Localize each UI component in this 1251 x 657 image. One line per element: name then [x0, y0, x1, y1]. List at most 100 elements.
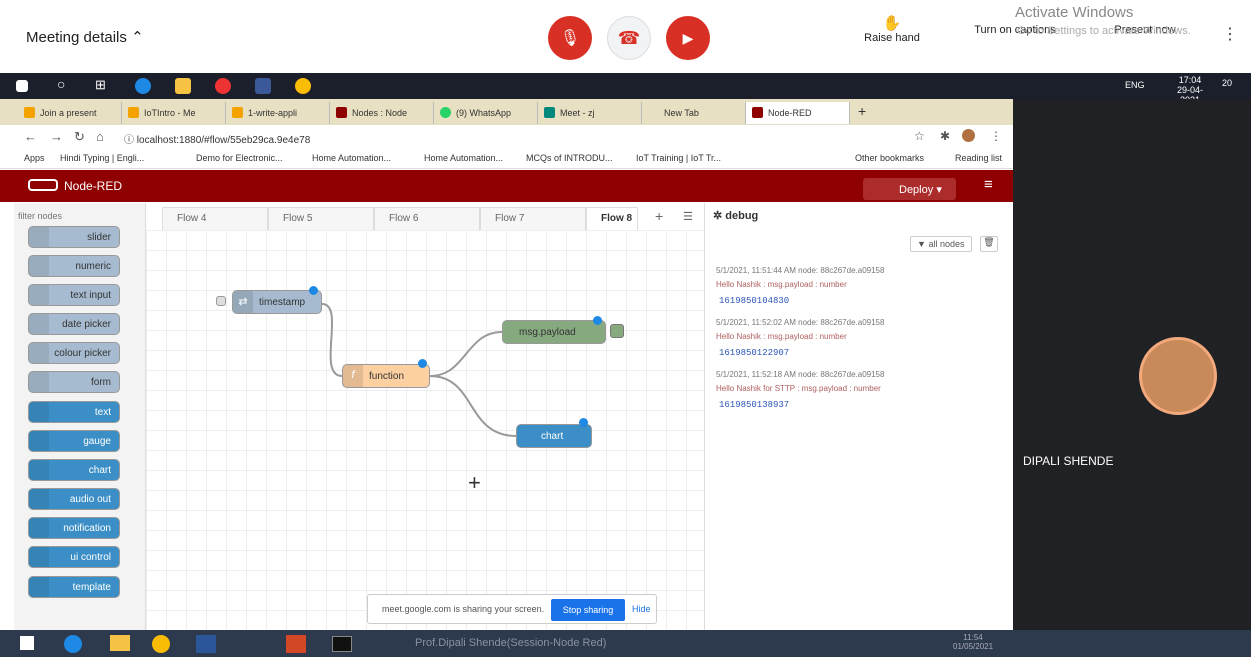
bookmark-other[interactable]: Other bookmarks [855, 153, 924, 163]
meeting-details-button[interactable]: Meeting details ⌃ [26, 28, 144, 46]
bookmark-item[interactable]: Home Automation... [424, 153, 503, 163]
browser-tab[interactable]: IoTIntro - Me [122, 102, 226, 124]
leave-call-button[interactable]: ☎ [607, 16, 651, 60]
node-function[interactable]: f function [342, 364, 430, 388]
wire[interactable] [429, 331, 503, 377]
nodered-menu-icon[interactable]: ≡ [984, 176, 993, 193]
crosshair-cursor-icon: + [468, 470, 481, 495]
stop-sharing-button[interactable]: Stop sharing [551, 599, 625, 621]
palette-node-template[interactable]: template [28, 576, 120, 598]
url-field[interactable]: ⓘ localhost:1880/#flow/55eb29ca.9e4e78 [124, 131, 310, 146]
tab-favicon-icon [336, 107, 347, 118]
raise-hand-button[interactable]: ✋ Raise hand [863, 14, 921, 44]
debug-message-value[interactable]: 1619850104830 [719, 296, 789, 306]
tab-favicon-icon [128, 107, 139, 118]
chrome-icon[interactable] [295, 78, 311, 94]
flow-tab[interactable]: Flow 4 [162, 207, 268, 230]
forward-icon[interactable]: → [50, 129, 63, 144]
browser-tab[interactable]: (9) WhatsApp [434, 102, 538, 124]
activate-windows-title: Activate Windows [1015, 4, 1134, 21]
palette-node-form[interactable]: form [28, 371, 120, 393]
browser-tab-active[interactable]: Node-RED [746, 102, 850, 124]
back-icon[interactable]: ← [24, 129, 37, 144]
add-flow-icon[interactable]: + [655, 208, 663, 224]
inject-button[interactable] [216, 296, 226, 306]
language-indicator[interactable]: ENG [1125, 80, 1145, 90]
edge-icon[interactable] [135, 78, 151, 94]
bookmark-item[interactable]: MCQs of INTRODU... [526, 153, 613, 163]
opera-icon[interactable] [215, 78, 231, 94]
node-timestamp[interactable]: ⇄ timestamp [232, 290, 322, 314]
debug-toggle-button[interactable] [610, 324, 624, 338]
cmd-icon[interactable] [332, 636, 352, 652]
node-chart[interactable]: chart [516, 424, 592, 448]
reload-icon[interactable]: ↻ [74, 129, 85, 145]
home-icon[interactable]: ⌂ [96, 129, 104, 144]
participant-avatar [1139, 337, 1217, 415]
filter-all-nodes-button[interactable]: ▼ all nodes [910, 236, 972, 252]
palette-node-gauge[interactable]: gauge [28, 430, 120, 452]
flow-tab[interactable]: Flow 7 [480, 207, 586, 230]
camera-off-button[interactable]: ▶ [666, 16, 710, 60]
node-debug[interactable]: msg.payload [502, 320, 606, 344]
hide-banner-button[interactable]: Hide [632, 604, 651, 614]
more-options-icon[interactable]: ⋮ [1222, 24, 1238, 44]
facebook-icon[interactable] [255, 78, 271, 94]
bookmark-item[interactable]: IoT Training | IoT Tr... [636, 153, 721, 163]
browser-tab[interactable]: Meet - zj [538, 102, 642, 124]
bookmark-star-icon[interactable]: ☆ [914, 129, 925, 143]
clear-debug-button[interactable]: 🗑 [980, 236, 998, 252]
filter-nodes-input[interactable] [18, 207, 138, 225]
changed-indicator [579, 418, 588, 427]
flow-tab[interactable]: Flow 6 [374, 207, 480, 230]
browser-menu-icon[interactable]: ⋮ [990, 129, 1002, 143]
palette-node-text[interactable]: text [28, 401, 120, 423]
palette-node-date-picker[interactable]: date picker [28, 313, 120, 335]
extensions-icon[interactable]: ✱ [940, 129, 950, 143]
flow-workspace[interactable] [146, 230, 704, 630]
debug-message-value[interactable]: 1619850122907 [719, 348, 789, 358]
browser-tab[interactable]: New Tab [642, 102, 746, 124]
file-explorer-icon[interactable] [110, 635, 130, 651]
palette-node-chart[interactable]: chart [28, 459, 120, 481]
task-view-icon[interactable]: ⊞ [95, 77, 106, 93]
palette-node-colour-picker[interactable]: colour picker [28, 342, 120, 364]
debug-tab[interactable]: ✲ debug [713, 209, 758, 222]
flow-tab-active[interactable]: Flow 8 [586, 207, 638, 230]
bookmark-item[interactable]: Hindi Typing | Engli... [60, 153, 144, 163]
debug-message-topic: Hello Nashik : msg.payload : number [716, 280, 847, 289]
mic-off-button[interactable]: 🎙 [548, 16, 592, 60]
wire[interactable] [321, 303, 343, 377]
windows-start-icon[interactable] [16, 80, 28, 92]
flow-tab[interactable]: Flow 5 [268, 207, 374, 230]
browser-tab[interactable]: 1-write-appli [226, 102, 330, 124]
browser-tab[interactable]: Join a present [18, 102, 122, 124]
info-icon: ⓘ [124, 135, 134, 146]
search-icon[interactable]: ○ [57, 76, 65, 92]
deploy-dropdown-icon[interactable]: ▾ [936, 184, 942, 196]
chrome-icon[interactable] [152, 635, 170, 653]
bookmark-item[interactable]: Demo for Electronic... [196, 153, 283, 163]
palette-node-text-input[interactable]: text input [28, 284, 120, 306]
notification-count[interactable]: 20 [1222, 78, 1232, 88]
word-icon[interactable] [196, 635, 216, 653]
palette-node-audio-out[interactable]: audio out [28, 488, 120, 510]
debug-message-value[interactable]: 1619850138937 [719, 400, 789, 410]
profile-avatar[interactable] [962, 129, 975, 142]
bookmark-reading-list[interactable]: Reading list [955, 153, 1002, 163]
bookmark-apps[interactable]: Apps [24, 153, 45, 163]
wire[interactable] [429, 375, 517, 437]
bookmark-item[interactable]: Home Automation... [312, 153, 391, 163]
ie-icon[interactable] [64, 635, 82, 653]
new-tab-icon[interactable]: + [858, 103, 866, 119]
palette-node-numeric[interactable]: numeric [28, 255, 120, 277]
windows-start-icon[interactable] [20, 636, 34, 650]
deploy-button[interactable]: Deploy ▾ [863, 178, 956, 200]
palette-node-notification[interactable]: notification [28, 517, 120, 539]
browser-tab[interactable]: Nodes : Node [330, 102, 434, 124]
flow-list-icon[interactable]: ☰ [683, 210, 693, 223]
file-explorer-icon[interactable] [175, 78, 191, 94]
palette-node-slider[interactable]: slider [28, 226, 120, 248]
powerpoint-icon[interactable] [286, 635, 306, 653]
palette-node-ui-control[interactable]: ui control [28, 546, 120, 568]
